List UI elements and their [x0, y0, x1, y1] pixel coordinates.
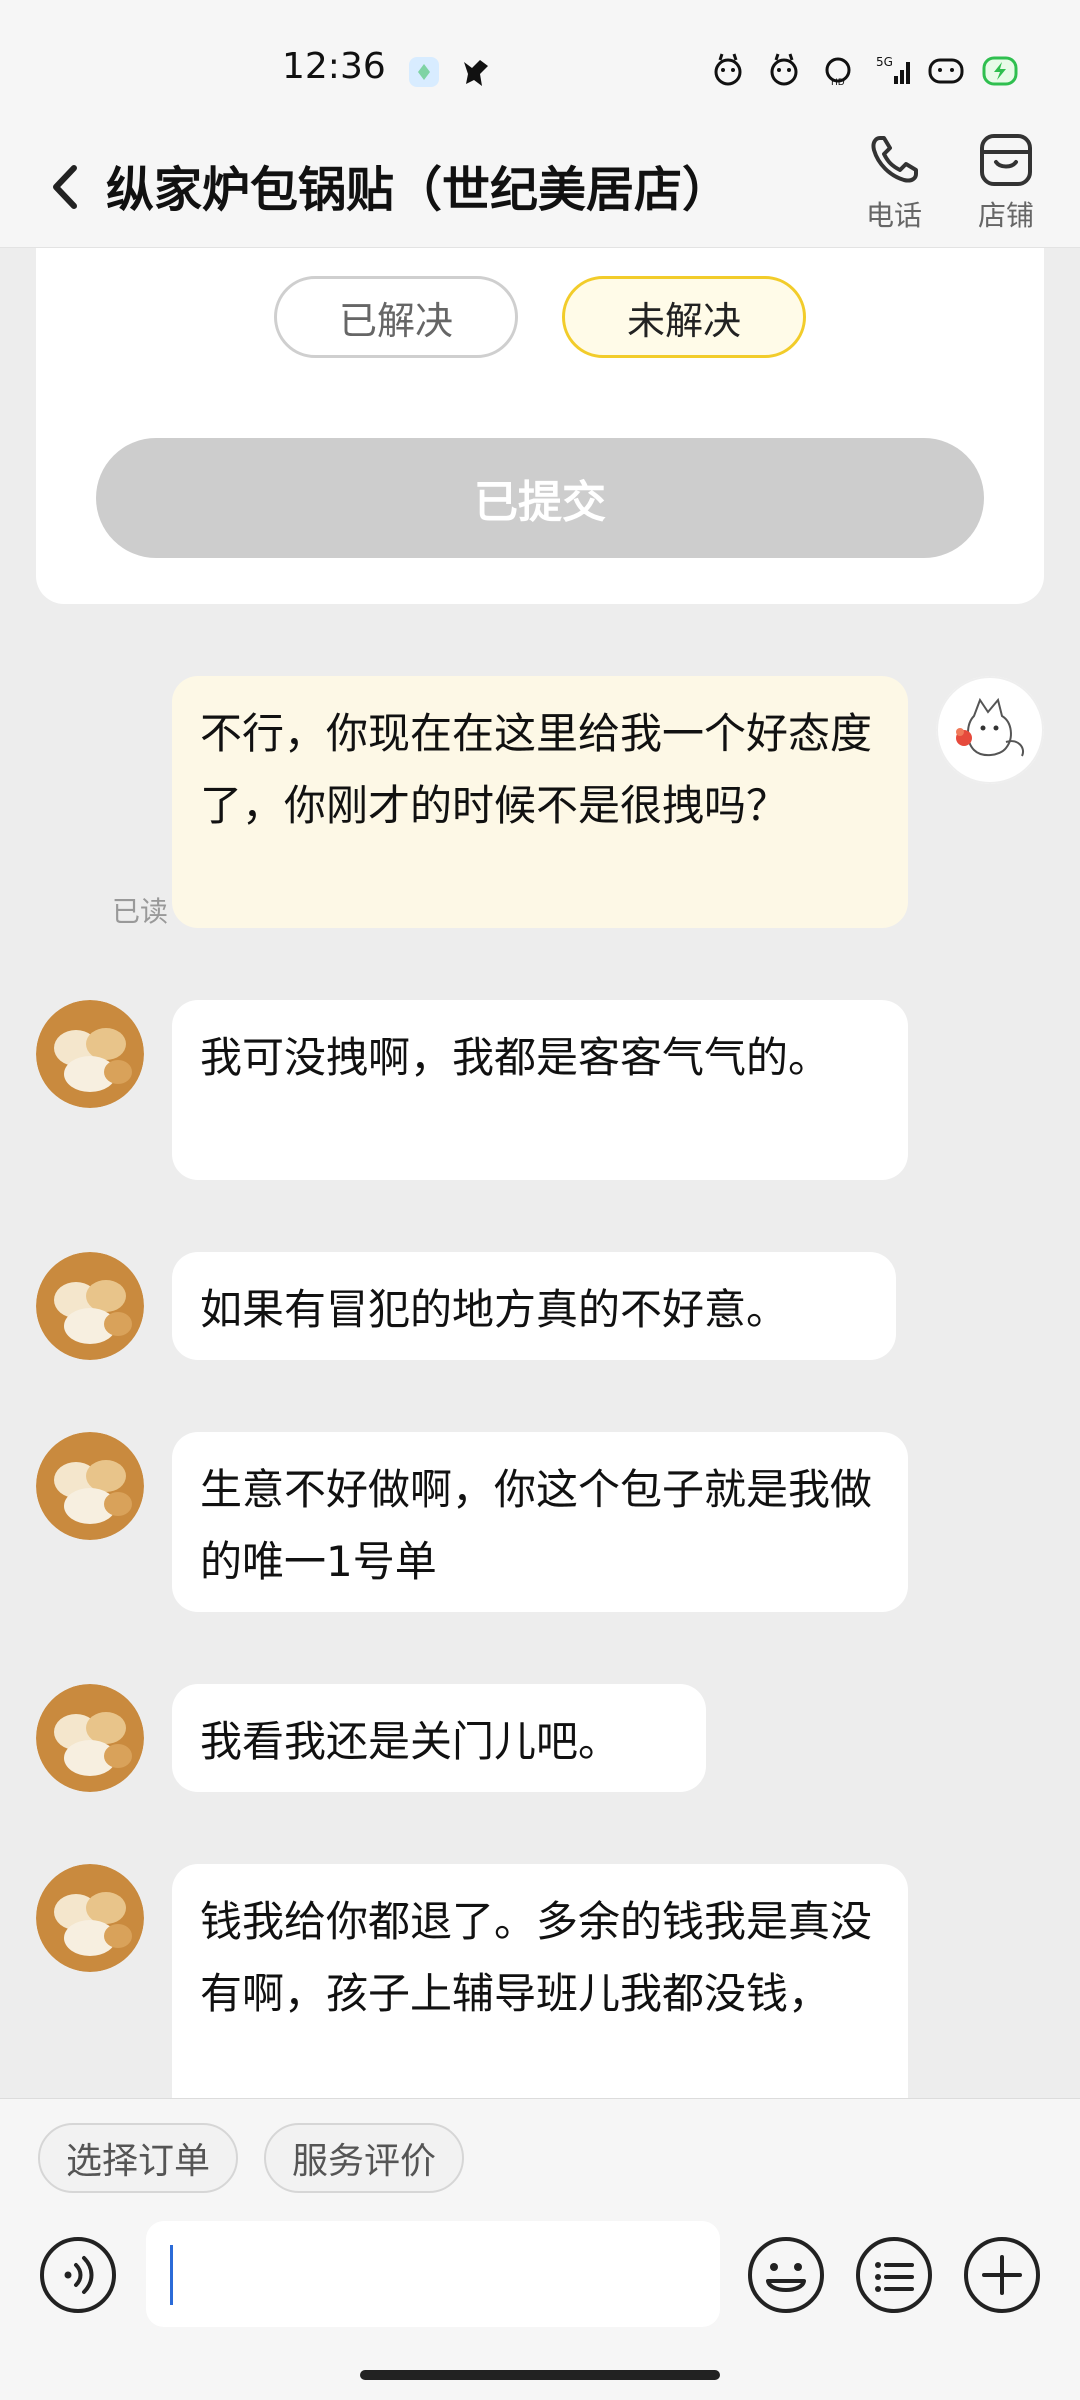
emoji-icon[interactable]	[746, 2235, 826, 2315]
unresolved-option[interactable]: 未解决	[562, 276, 806, 358]
battery-charging-icon	[982, 56, 1018, 86]
my-avatar[interactable]	[936, 676, 1044, 784]
app-notification-icon	[464, 60, 488, 86]
text-caret	[170, 2245, 173, 2305]
chat-header: 纵家炉包锅贴（世纪美居店） 电话 店铺	[0, 130, 1080, 248]
hd-icon: HD	[825, 57, 851, 88]
message-row: 如果有冒犯的地方真的不好意。	[0, 1252, 1080, 1362]
service-rating-chip[interactable]: 服务评价	[264, 2123, 464, 2193]
shop-title: 纵家炉包锅贴（世纪美居店）	[106, 162, 731, 218]
store-icon	[980, 134, 1032, 186]
shop-avatar[interactable]	[36, 1432, 144, 1540]
message-row: 生意不好做啊，你这个包子就是我做的唯一1号单	[0, 1432, 1080, 1616]
shop-avatar[interactable]	[36, 1864, 144, 1972]
dumpling-avatar-icon	[36, 1432, 144, 1540]
submitted-button: 已提交	[96, 438, 984, 558]
dumpling-avatar-icon	[36, 1252, 144, 1360]
dumpling-avatar-icon	[36, 1864, 144, 1972]
read-status: 已读	[112, 895, 169, 928]
message-row: 我看我还是关门儿吧。	[0, 1684, 1080, 1794]
status-time: 12:36	[282, 46, 386, 87]
shop-message-bubble[interactable]: 我可没拽啊，我都是客客气气的。	[172, 1000, 908, 1180]
wifi-icon	[928, 58, 964, 84]
cat-avatar-icon	[936, 676, 1044, 784]
store-label: 店铺	[977, 199, 1034, 232]
shop-avatar[interactable]	[36, 1000, 144, 1108]
shop-avatar[interactable]	[36, 1252, 144, 1360]
message-row: 钱我给你都退了。多余的钱我是真没有啊，孩子上辅导班儿我都没钱，	[0, 1864, 1080, 2098]
dumpling-avatar-icon	[36, 1684, 144, 1792]
plus-icon[interactable]	[962, 2235, 1042, 2315]
status-icons: HD 5G	[710, 52, 1020, 88]
app-notification-icon	[409, 57, 439, 87]
dumpling-avatar-icon	[36, 1000, 144, 1108]
input-bar: 选择订单 服务评价	[0, 2098, 1080, 2400]
svg-text:HD: HD	[831, 78, 845, 88]
resolved-option[interactable]: 已解决	[274, 276, 518, 358]
my-message-bubble[interactable]: 不行，你现在在这里给我一个好态度了，你刚才的时候不是很拽吗？	[172, 676, 908, 928]
signal-5g-icon: 5G	[876, 55, 910, 84]
shop-avatar[interactable]	[36, 1684, 144, 1792]
phone-label: 电话	[865, 199, 922, 232]
shop-message-bubble[interactable]: 生意不好做啊，你这个包子就是我做的唯一1号单	[172, 1432, 908, 1612]
mute-icon	[770, 53, 798, 86]
svg-text:5G: 5G	[876, 55, 893, 69]
message-input[interactable]	[146, 2221, 720, 2327]
message-row: 不行，你现在在这里给我一个好态度了，你刚才的时候不是很拽吗？ 已读	[0, 676, 1080, 932]
home-indicator[interactable]	[360, 2370, 720, 2380]
voice-icon[interactable]	[38, 2235, 118, 2315]
select-order-chip[interactable]: 选择订单	[38, 2123, 238, 2193]
quick-reply-icon[interactable]	[854, 2235, 934, 2315]
nfc-icon	[714, 53, 742, 86]
store-button[interactable]: 店铺	[956, 130, 1056, 248]
phone-button[interactable]: 电话	[844, 130, 944, 248]
status-bar: 12:36 HD 5G	[0, 0, 1080, 130]
shop-message-bubble[interactable]: 如果有冒犯的地方真的不好意。	[172, 1252, 896, 1360]
message-row: 我可没拽啊，我都是客客气气的。	[0, 1000, 1080, 1184]
back-icon[interactable]	[36, 152, 96, 222]
service-feedback-card: 已解决 未解决 已提交	[36, 248, 1044, 604]
phone-icon	[871, 136, 918, 183]
shop-message-bubble[interactable]: 我看我还是关门儿吧。	[172, 1684, 706, 1792]
shop-message-bubble[interactable]: 钱我给你都退了。多余的钱我是真没有啊，孩子上辅导班儿我都没钱，	[172, 1864, 908, 2098]
